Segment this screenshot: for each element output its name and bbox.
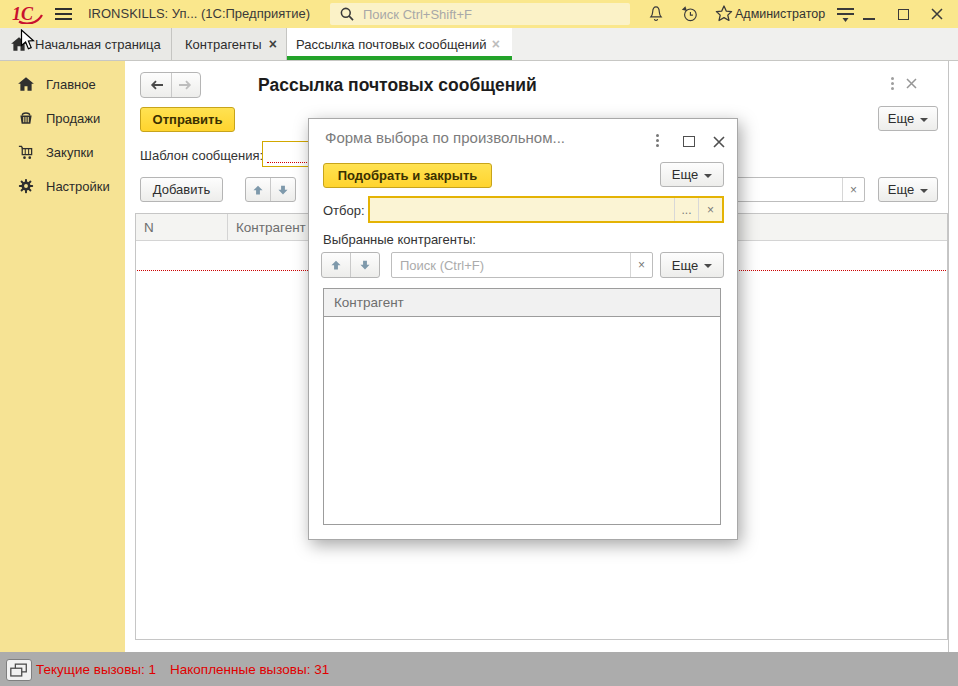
global-search-placeholder: Поиск Ctrl+Shift+F [363, 7, 472, 22]
sidebar-item-label: Закупки [46, 145, 93, 160]
close-window-icon[interactable] [930, 7, 944, 21]
main-menu-icon[interactable] [55, 8, 72, 23]
sidebar: Главное Продажи Закупки [0, 61, 125, 652]
global-search-input[interactable]: Поиск Ctrl+Shift+F [330, 3, 630, 25]
dialog-table-header: Контрагент [324, 289, 720, 317]
dialog-close-icon[interactable] [712, 135, 726, 149]
sidebar-item-label: Главное [46, 77, 96, 92]
tab-close-icon[interactable]: × [269, 36, 277, 52]
chevron-down-icon [704, 174, 712, 178]
dialog-title: Форма выбора по произвольном... [325, 129, 565, 146]
send-button[interactable]: Отправить [140, 107, 235, 132]
chevron-down-icon [704, 264, 712, 268]
selected-counterparties-table: Контрагент [323, 288, 721, 525]
filter-label: Отбор: [323, 203, 365, 218]
1c-logo-icon: 1С [12, 4, 46, 24]
dialog-clear-search-icon[interactable]: × [630, 253, 652, 277]
sidebar-item-sales[interactable]: Продажи [0, 101, 125, 135]
app-title: IRONSKILLS: Уп... (1С:Предприятие) [88, 0, 310, 28]
gear-icon [17, 177, 35, 195]
cart-icon [17, 143, 35, 161]
notifications-bell-icon[interactable] [646, 4, 666, 24]
clear-search-icon[interactable]: × [842, 178, 864, 201]
current-calls: Текущие вызовы: 1 [36, 662, 156, 677]
chevron-down-icon [920, 189, 928, 193]
pick-and-close-button[interactable]: Подобрать и закрыть [323, 163, 492, 188]
status-bar: Текущие вызовы: 1 Накопленные вызовы: 31 [0, 652, 958, 686]
title-bar: 1С IRONSKILLS: Уп... (1С:Предприятие) По… [0, 0, 958, 28]
svg-text:1С: 1С [12, 4, 34, 24]
navigation-buttons [140, 72, 201, 98]
dialog-search-placeholder: Поиск (Ctrl+F) [392, 258, 484, 273]
tab-bar: Начальная страница Контрагенты × Рассылк… [0, 28, 958, 61]
maximize-icon[interactable] [898, 9, 909, 20]
filter-clear-icon[interactable]: × [698, 198, 722, 221]
more-button-top[interactable]: Еще [878, 106, 938, 131]
sidebar-item-settings[interactable]: Настройки [0, 169, 125, 203]
move-buttons [245, 177, 296, 202]
tab-close-icon[interactable]: × [492, 36, 500, 52]
tab-counterparties-label: Контрагенты [185, 37, 262, 52]
performance-indicator-icon[interactable] [6, 659, 32, 681]
accumulated-calls: Накопленные вызовы: 31 [170, 662, 329, 677]
chevron-down-icon [920, 118, 928, 122]
more-button-table[interactable]: Еще [878, 177, 938, 202]
mouse-cursor [20, 29, 35, 51]
back-button[interactable] [141, 73, 171, 97]
basket-icon [17, 109, 35, 127]
form-close-icon[interactable] [905, 77, 918, 90]
move-down-button[interactable] [270, 178, 295, 201]
minimize-icon[interactable] [862, 8, 876, 22]
history-icon[interactable] [680, 4, 700, 24]
dialog-more-button-list[interactable]: Еще [660, 252, 724, 278]
sidebar-item-label: Настройки [46, 179, 110, 194]
tab-home-label: Начальная страница [35, 37, 161, 52]
tab-counterparties[interactable]: Контрагенты × [172, 28, 287, 60]
move-up-button[interactable] [246, 178, 270, 201]
dialog-maximize-icon[interactable] [683, 136, 695, 147]
sidebar-item-main[interactable]: Главное [0, 67, 125, 101]
selection-form-dialog: Форма выбора по произвольном... Подобрат… [308, 118, 738, 540]
selected-counterparties-label: Выбранные контрагенты: [323, 232, 476, 247]
home-icon [17, 75, 35, 93]
sidebar-item-label: Продажи [46, 111, 100, 126]
add-button[interactable]: Добавить [140, 177, 223, 202]
content-right-border [948, 61, 949, 652]
dialog-move-down-button[interactable] [350, 253, 379, 277]
search-icon [339, 6, 356, 23]
dialog-search-input[interactable]: Поиск (Ctrl+F) × [391, 252, 653, 278]
dialog-move-up-button[interactable] [322, 253, 350, 277]
sidebar-item-purchases[interactable]: Закупки [0, 135, 125, 169]
form-menu-kebab-icon[interactable] [891, 77, 894, 90]
dialog-column-header-counterparty[interactable]: Контрагент [324, 289, 720, 316]
user-menu-icon[interactable] [836, 7, 856, 23]
dialog-menu-kebab-icon[interactable] [656, 134, 659, 147]
active-tab-indicator [287, 56, 512, 60]
filter-input[interactable]: ... × [368, 196, 724, 223]
application-window: 1С IRONSKILLS: Уп... (1С:Предприятие) По… [0, 0, 958, 686]
column-header-n[interactable]: N [136, 214, 228, 240]
forward-button[interactable] [171, 73, 201, 97]
template-label: Шаблон сообщения: [140, 148, 263, 163]
filter-ellipsis-button[interactable]: ... [674, 198, 698, 221]
dialog-move-buttons [321, 252, 380, 278]
user-name: Администратор [735, 0, 825, 28]
dialog-more-button-top[interactable]: Еще [660, 162, 724, 187]
page-title: Рассылка почтовых сообщений [258, 72, 537, 98]
tab-mailing-label: Рассылка почтовых сообщений [296, 37, 486, 52]
tab-mailing[interactable]: Рассылка почтовых сообщений × [287, 28, 512, 60]
favorites-star-icon[interactable] [714, 4, 734, 24]
